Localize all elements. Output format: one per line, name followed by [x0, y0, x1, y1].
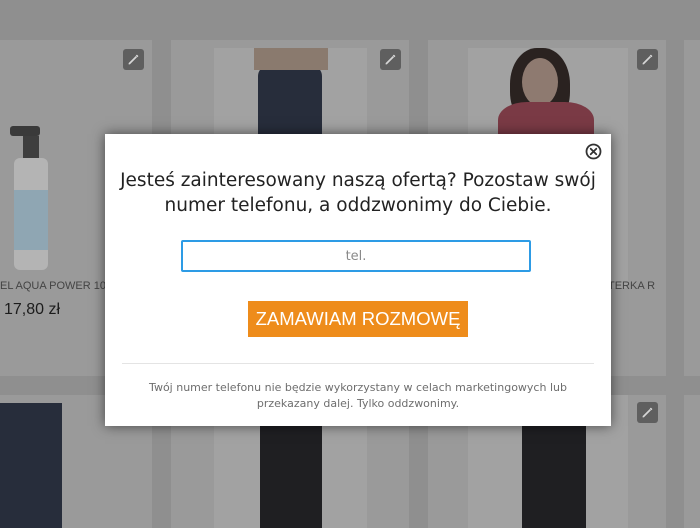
divider — [122, 363, 594, 364]
product-card[interactable] — [684, 40, 700, 376]
close-circle-icon[interactable] — [585, 143, 602, 160]
pencil-icon — [128, 54, 139, 65]
edit-product-button[interactable] — [123, 49, 144, 70]
product-name[interactable]: TERKA R — [608, 280, 655, 292]
pencil-icon — [385, 54, 396, 65]
edit-product-button[interactable] — [380, 49, 401, 70]
product-name[interactable]: EL AQUA POWER 10 — [0, 280, 106, 292]
request-call-button[interactable]: ZAMAWIAM ROZMOWĘ — [248, 301, 468, 337]
disclaimer-line-1: Twój numer telefonu nie będzie wykorzyst… — [149, 381, 567, 394]
pencil-icon — [642, 54, 653, 65]
callback-popup: Jesteś zainteresowany naszą ofertą? Pozo… — [105, 134, 611, 426]
pencil-icon — [642, 407, 653, 418]
privacy-disclaimer: Twój numer telefonu nie będzie wykorzyst… — [125, 380, 591, 411]
close-button[interactable] — [585, 143, 602, 160]
product-price: 17,80 zł — [4, 301, 61, 318]
edit-product-button[interactable] — [637, 49, 658, 70]
phone-input[interactable] — [181, 240, 531, 272]
disclaimer-line-2: przekazany dalej. Tylko oddzwonimy. — [256, 396, 460, 410]
popup-heading-line-2: numer telefonu, a oddzwonimy do Ciebie. — [164, 195, 552, 216]
product-card[interactable] — [684, 395, 700, 528]
page-header-strip — [0, 0, 700, 40]
popup-heading: Jesteś zainteresowany naszą ofertą? Pozo… — [105, 168, 611, 218]
popup-heading-line-1: Jesteś zainteresowany naszą ofertą? Pozo… — [120, 170, 596, 191]
edit-product-button[interactable] — [637, 402, 658, 423]
